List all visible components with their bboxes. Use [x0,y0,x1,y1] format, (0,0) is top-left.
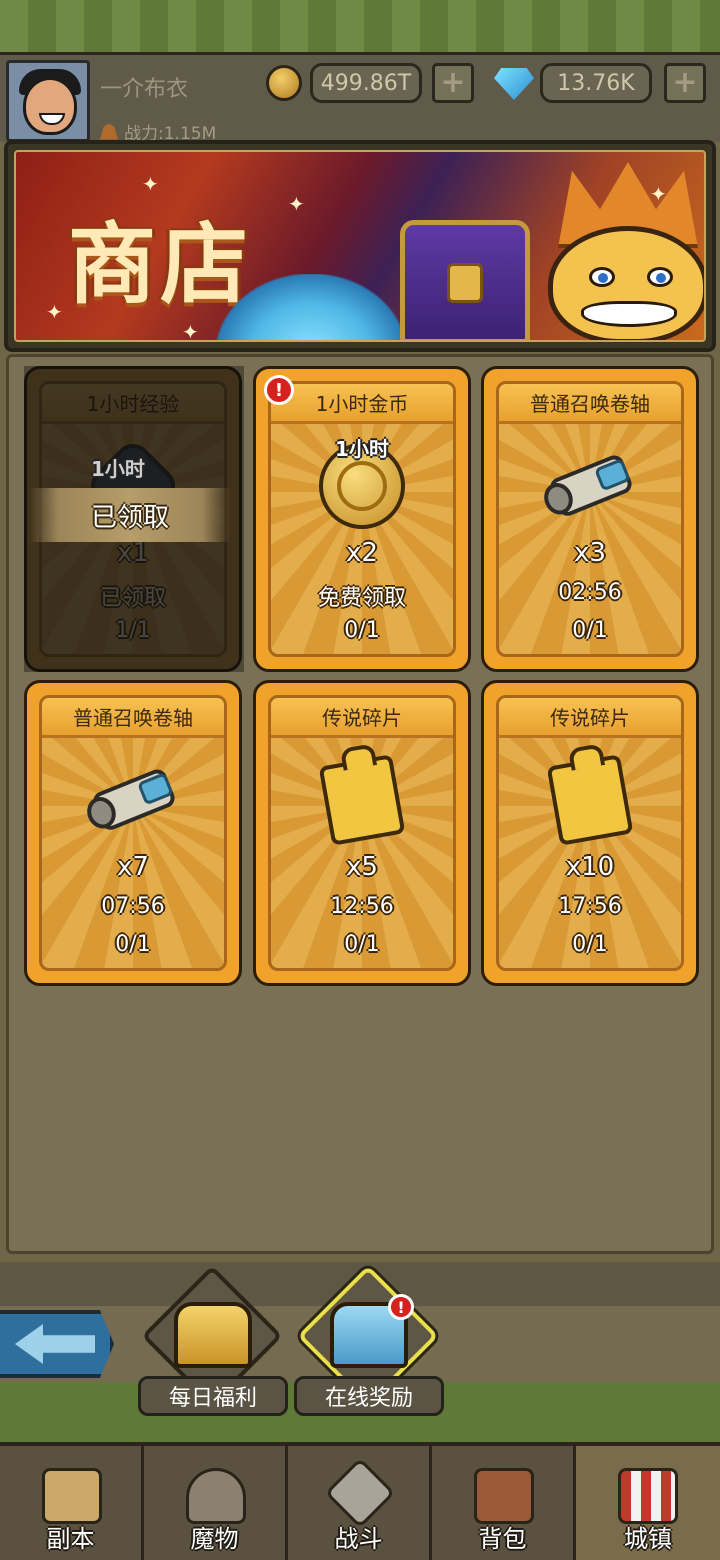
card-claim-count: 0/1 [115,932,151,957]
treasure-chest-icon [400,220,530,340]
player-name: 一介布衣 [100,77,189,102]
card-claim-count: 0/1 [572,618,608,643]
bottom-nav: 副本 魔物 战斗 背包 城镇 [0,1442,720,1560]
card-inner: 传说碎片 x5 12:56 0/1 [268,695,456,971]
back-arrow-icon [15,1324,95,1364]
card-status: 免费领取 [317,586,406,611]
gold-chest-icon [174,1302,252,1368]
crossed-swords-icon [324,1457,396,1529]
card-icon-area [271,752,453,848]
exp-icon-label: 1小时 [91,457,145,481]
sparkle-icon: ✦ [288,192,305,216]
card-title: 1小时金币 [271,384,453,424]
sparkle-icon: ✦ [182,320,199,342]
card-title: 普通召唤卷轴 [499,384,681,424]
shop-card-fragment[interactable]: 传说碎片 x10 17:56 0/1 [481,680,699,986]
sparkle-icon: ✦ [142,172,159,196]
tab-dungeon[interactable]: 副本 [0,1446,144,1560]
king-pupil [598,273,608,283]
tab-monster[interactable]: 魔物 [144,1446,288,1560]
scroll-icon [78,756,188,844]
player-header: 一介布衣 战力:1.15M 499.86T + 13.76K + [0,52,720,144]
add-gem-button[interactable]: + [664,63,706,103]
card-timer: 07:56 [101,894,165,919]
card-claim-count: 0/1 [572,932,608,957]
gold-amount: 499.86T [310,63,422,103]
top-decor-strip [0,0,720,52]
power-icon [100,123,118,140]
card-inner: 普通召唤卷轴 x7 07:56 0/1 [39,695,227,971]
back-button[interactable] [0,1310,114,1378]
card-timer: 02:56 [558,580,622,605]
shop-card-scroll[interactable]: 普通召唤卷轴 x7 07:56 0/1 [24,680,242,986]
daily-reward-label: 每日福利 [138,1376,288,1416]
shop-card-fragment[interactable]: 传说碎片 x5 12:56 0/1 [253,680,471,986]
alert-badge-icon: ! [264,375,294,405]
sparkle-icon: ✦ [46,300,63,324]
add-gold-button[interactable]: + [432,63,474,103]
alert-badge-icon: ! [388,1294,414,1320]
card-claim-count: 0/1 [344,932,380,957]
coin-ring [337,461,387,511]
king-eye [589,267,615,287]
card-inner: 1小时金币 1小时 x2 免费领取 0/1 [268,381,456,657]
town-shop-icon [618,1468,678,1524]
king-mascot-icon [536,162,704,340]
scroll-icon [535,442,645,530]
card-icon-area [42,752,224,848]
tab-battle[interactable]: 战斗 [288,1446,432,1560]
card-quantity: x10 [565,852,615,882]
gem-pile-icon [216,274,406,340]
tab-town[interactable]: 城镇 [576,1446,720,1560]
king-head [548,226,704,340]
card-title: 传说碎片 [499,698,681,738]
backpack-icon [474,1468,534,1524]
monster-helmet-icon [186,1468,246,1524]
map-icon [42,1468,102,1524]
tab-label: 背包 [478,1525,527,1553]
avatar-face [23,77,77,135]
king-pupil [656,273,666,283]
tab-backpack[interactable]: 背包 [432,1446,576,1560]
tab-label: 副本 [46,1525,95,1553]
shop-card-scroll[interactable]: 普通召唤卷轴 x3 02:56 0/1 [481,366,699,672]
card-quantity: x5 [346,852,378,882]
shop-banner: ✦ ✦ ✦ ✦ ✦ 商店 [4,140,716,352]
king-mustache [581,301,677,327]
legend-fragment-icon [546,754,634,846]
chest-lock-icon [447,263,483,303]
card-timer: 12:56 [330,894,394,919]
card-quantity: x7 [117,852,149,882]
card-claim-count: 0/1 [344,618,380,643]
card-title: 传说碎片 [271,698,453,738]
online-reward-label: 在线奖励 [294,1376,444,1416]
player-avatar[interactable] [6,60,90,142]
tab-label: 战斗 [334,1525,383,1553]
banner-artwork: ✦ ✦ ✦ ✦ ✦ 商店 [14,150,706,342]
card-inner: 普通召唤卷轴 x3 02:56 0/1 [496,381,684,657]
coin-duration-label: 1小时 [335,437,389,461]
tab-label: 城镇 [624,1525,672,1553]
legend-fragment-icon [318,754,406,846]
card-icon-area [499,752,681,848]
daily-reward-button[interactable]: 每日福利 [138,1265,288,1420]
card-quantity: x2 [346,538,378,568]
tab-label: 魔物 [190,1525,239,1553]
card-title: 普通召唤卷轴 [42,698,224,738]
card-icon-area [499,438,681,534]
online-reward-button[interactable]: ! 在线奖励 [294,1265,444,1420]
gem-amount: 13.76K [540,63,652,103]
shop-card-gold[interactable]: 1小时金币 1小时 x2 免费领取 0/1 ! [253,366,471,672]
diamond-icon [494,68,534,100]
claimed-banner: 已领取 [30,488,230,542]
king-eye [647,267,673,287]
card-icon-area: 1小时 [271,437,453,534]
card-quantity: x3 [574,538,606,568]
gold-coin-icon [266,65,302,101]
card-inner: 传说碎片 x10 17:56 0/1 [496,695,684,971]
card-timer: 17:56 [558,894,622,919]
gold-coin-icon: 1小时 [319,437,405,529]
